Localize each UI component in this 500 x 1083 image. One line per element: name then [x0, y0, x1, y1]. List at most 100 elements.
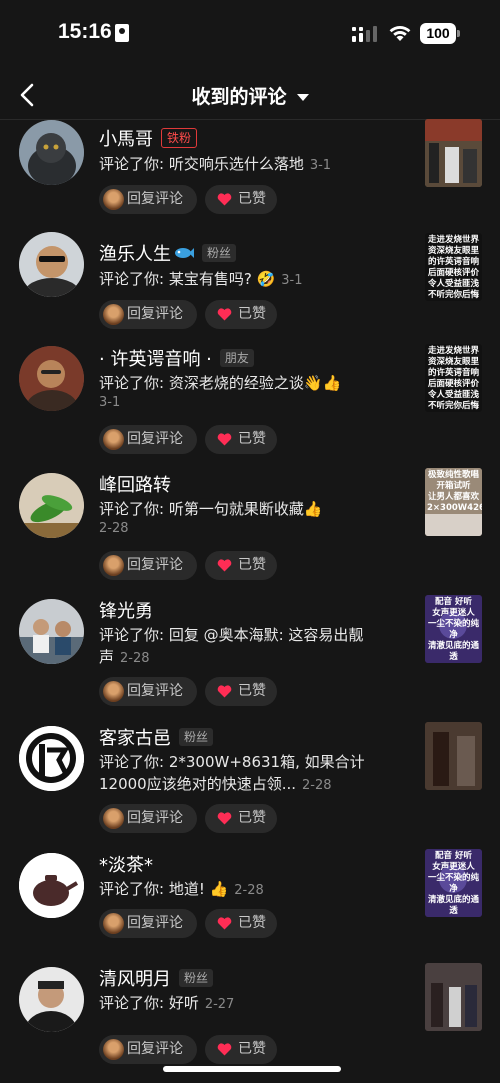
comment-date: 3-1 — [309, 158, 332, 173]
reply-label: 回复评论 — [127, 810, 183, 826]
video-thumbnail[interactable]: 极致纯性歌唱 开箱试听 让男人都喜欢 2×300W4265 — [425, 468, 482, 536]
comment-body: 评论了你: 听第一句就果断收藏👍 — [99, 500, 323, 518]
battery-icon: 100 — [420, 23, 456, 44]
my-avatar-icon — [103, 429, 124, 450]
comment-date: 2-28 — [302, 778, 332, 793]
status-time: 15:16 — [58, 20, 112, 43]
reply-button[interactable]: 回复评论 — [99, 551, 197, 580]
like-label: 已赞 — [238, 191, 266, 207]
like-button[interactable]: 已赞 — [205, 804, 277, 833]
signal-icon — [352, 26, 377, 42]
reply-button[interactable]: 回复评论 — [99, 300, 197, 329]
user-name[interactable]: 清风明月 — [99, 965, 171, 991]
avatar[interactable] — [19, 120, 84, 185]
comment-body: 评论了你: 资深老烧的经验之谈👋👍 — [99, 374, 342, 392]
comment-body: 评论了你: 某宝有售吗? 🤣 — [99, 270, 276, 288]
like-button[interactable]: 已赞 — [205, 551, 277, 580]
avatar[interactable] — [19, 853, 84, 918]
comment-body: 评论了你: 地道! 👍 — [99, 880, 229, 898]
comment-text[interactable]: 评论了你: 资深老烧的经验之谈👋👍 3-1 — [99, 372, 399, 412]
comment-text[interactable]: 评论了你: 某宝有售吗? 🤣 3-1 — [99, 268, 399, 292]
user-name[interactable]: 渔乐人生 — [99, 240, 171, 266]
page-title: 收到的评论 — [191, 86, 287, 108]
reply-button[interactable]: 回复评论 — [99, 425, 197, 454]
reply-label: 回复评论 — [127, 191, 183, 207]
comment-text[interactable]: 评论了你: 听第一句就果断收藏👍 2-28 — [99, 498, 399, 538]
avatar[interactable] — [19, 232, 84, 297]
comment-date: 2-27 — [204, 997, 235, 1012]
user-name[interactable]: 小馬哥 — [99, 125, 153, 151]
video-thumbnail[interactable] — [425, 963, 482, 1031]
avatar[interactable] — [19, 967, 84, 1032]
like-label: 已赞 — [238, 683, 266, 699]
heart-icon — [217, 685, 232, 698]
video-thumbnail[interactable]: 走进发烧世界 资深烧友眼里 的许英谔音响 后面硬核评价 令人受益匪浅 不听完你后… — [425, 344, 482, 412]
user-name[interactable]: · 许英谔音响 · — [99, 345, 212, 371]
comment-text[interactable]: 评论了你: 好听 2-27 — [99, 992, 399, 1016]
like-button[interactable]: 已赞 — [205, 1035, 277, 1064]
like-button[interactable]: 已赞 — [205, 677, 277, 706]
comment-text[interactable]: 评论了你: 地道! 👍 2-28 — [99, 878, 399, 902]
video-thumbnail[interactable]: 配音 好听 女声更迷人 一尘不染的纯净 清澈见底的通透 2×300W5280 — [425, 849, 482, 917]
comment-date: 3-1 — [281, 273, 303, 288]
reply-button[interactable]: 回复评论 — [99, 804, 197, 833]
page-title-dropdown[interactable]: 收到的评论 — [0, 82, 500, 109]
comment-text[interactable]: 评论了你: 2*300W+8631箱, 如果合计12000应该绝对的快速占领..… — [99, 751, 399, 797]
thumbnail-caption: 配音 好听 女声更迷人 一尘不染的纯净 清澈见底的通透 2×300W5280 — [427, 597, 479, 662]
thumbnail-caption: 走进发烧世界 资深烧友眼里 的许英谔音响 后面硬核评价 令人受益匪浅 不听完你后… — [427, 235, 479, 300]
video-thumbnail[interactable] — [425, 119, 482, 187]
user-name[interactable]: *淡茶* — [99, 851, 153, 877]
comment-text[interactable]: 评论了你: 回复 @奥本海默: 这容易出靓声 2-28 — [99, 624, 369, 670]
avatar[interactable] — [19, 726, 84, 791]
name-row: 渔乐人生 粉丝 — [99, 240, 237, 266]
comment-date: 2-28 — [120, 651, 150, 666]
my-avatar-icon — [103, 808, 124, 829]
like-button[interactable]: 已赞 — [205, 300, 277, 329]
thumbnail-caption: 极致纯性歌唱 开箱试听 让男人都喜欢 2×300W4265 — [427, 470, 482, 513]
heart-icon — [217, 193, 232, 206]
id-card-icon — [115, 24, 129, 42]
reply-button[interactable]: 回复评论 — [99, 1035, 197, 1064]
nav-bar: 收到的评论 — [0, 68, 500, 120]
like-label: 已赞 — [238, 915, 266, 931]
video-thumbnail[interactable] — [425, 722, 482, 790]
fan-badge: 粉丝 — [179, 728, 214, 746]
reply-button[interactable]: 回复评论 — [99, 185, 197, 214]
like-button[interactable]: 已赞 — [205, 909, 277, 938]
avatar[interactable] — [19, 599, 84, 664]
reply-label: 回复评论 — [127, 557, 183, 573]
comment-text[interactable]: 评论了你: 听交响乐选什么落地 3-1 — [99, 153, 399, 177]
fan-badge: 铁粉 — [161, 128, 198, 148]
heart-icon — [217, 559, 232, 572]
comment-body: 评论了你: 听交响乐选什么落地 — [99, 155, 304, 173]
video-thumbnail[interactable]: 走进发烧世界 资深烧友眼里 的许英谔音响 后面硬核评价 令人受益匪浅 不听完你后… — [425, 233, 482, 301]
comment-date: 2-28 — [234, 883, 264, 898]
friend-badge: 朋友 — [219, 349, 254, 367]
heart-icon — [217, 1043, 232, 1056]
like-button[interactable]: 已赞 — [205, 185, 277, 214]
avatar[interactable] — [19, 346, 84, 411]
my-avatar-icon — [103, 1039, 124, 1060]
like-button[interactable]: 已赞 — [205, 425, 277, 454]
thumbnail-caption: 配音 好听 女声更迷人 一尘不染的纯净 清澈见底的通透 2×300W5280 — [427, 851, 479, 916]
reply-button[interactable]: 回复评论 — [99, 677, 197, 706]
name-row: *淡茶* — [99, 851, 153, 877]
home-indicator[interactable] — [163, 1066, 341, 1072]
user-name[interactable]: 峰回路转 — [99, 471, 171, 497]
comment-date: 3-1 — [99, 395, 121, 410]
like-label: 已赞 — [238, 1041, 266, 1057]
reply-label: 回复评论 — [127, 431, 183, 447]
user-name[interactable]: 客家古邑 — [99, 724, 171, 750]
reply-label: 回复评论 — [127, 683, 183, 699]
name-row: 峰回路转 — [99, 471, 171, 497]
my-avatar-icon — [103, 555, 124, 576]
like-label: 已赞 — [238, 431, 266, 447]
like-label: 已赞 — [238, 557, 266, 573]
heart-icon — [217, 917, 232, 930]
name-row: 小馬哥 铁粉 — [99, 125, 198, 151]
user-name[interactable]: 锋光勇 — [99, 597, 153, 623]
avatar[interactable] — [19, 473, 84, 538]
video-thumbnail[interactable]: 配音 好听 女声更迷人 一尘不染的纯净 清澈见底的通透 2×300W5280 — [425, 595, 482, 663]
caret-down-icon — [296, 94, 309, 101]
reply-button[interactable]: 回复评论 — [99, 909, 197, 938]
